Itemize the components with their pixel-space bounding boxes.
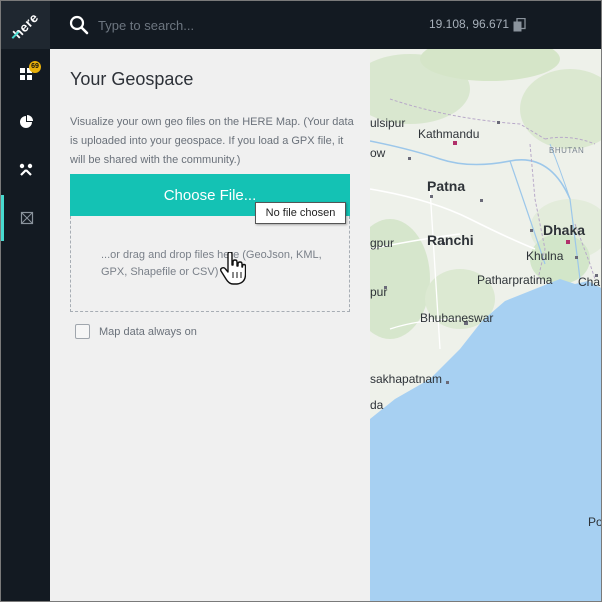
file-drop-zone[interactable]: ...or drag and drop files here (GeoJson,… (70, 216, 350, 312)
sidebar-item-geospace[interactable] (1, 195, 50, 241)
map-label-ranchi: Ranchi (427, 232, 474, 248)
map-label-sakhapatnam: sakhapatnam (370, 372, 443, 386)
coordinates-readout: 19.108, 96.671 (429, 17, 510, 31)
tools-icon (19, 163, 32, 176)
checkbox-label: Map data always on (99, 325, 197, 338)
sidebar-item-analytics[interactable] (1, 99, 50, 145)
notification-badge: 69 (29, 61, 41, 73)
map-label-kathmandu: Kathmandu (418, 127, 480, 141)
pie-chart-icon (19, 115, 33, 128)
map-label-patna: Patna (427, 178, 466, 194)
map-label-ow: ow (370, 146, 386, 160)
panel-description: Visualize your own geo files on the HERE… (70, 116, 354, 166)
map-label-ulsipur: ulsipur (370, 116, 406, 130)
clipboard-icon[interactable] (513, 18, 526, 32)
here-logo[interactable]: here (1, 1, 50, 49)
map-label-po: Po (588, 515, 602, 529)
sidebar-item-dashboard[interactable]: 69 (1, 51, 50, 97)
search-input[interactable] (98, 13, 398, 37)
search-icon[interactable] (69, 15, 89, 35)
drop-zone-text: ...or drag and drop files here (GeoJson,… (101, 249, 322, 278)
map-label-bhutan: BHUTAN (549, 146, 585, 155)
geospace-panel: Your Geospace Visualize your own geo fil… (50, 49, 370, 601)
map-label-khulna: Khulna (526, 249, 564, 263)
map-graphics (370, 49, 601, 601)
file-tooltip: No file chosen (255, 202, 346, 224)
map-label-dhaka: Dhaka (543, 222, 586, 238)
map-label-gpur: gpur (370, 236, 395, 250)
map-label-pur: pur (370, 285, 388, 299)
top-bar: 19.108, 96.671 (50, 1, 601, 49)
map-label-patharpratima: Patharpratima (477, 273, 553, 287)
sidebar-item-tools[interactable] (1, 147, 50, 193)
map-data-always-on-checkbox[interactable] (75, 324, 90, 339)
map-data-always-on-row[interactable]: Map data always on (75, 324, 197, 339)
left-rail: here 69 (1, 1, 50, 601)
app-window: ulsipur Kathmandu ow BHUTAN Patna Ranchi… (0, 0, 602, 602)
map-label-da: da (370, 398, 384, 412)
hand-cursor-icon (220, 252, 246, 285)
panel-title: Your Geospace (70, 69, 194, 89)
map-label-bhubaneswar: Bhubaneswar (420, 311, 494, 325)
map-canvas[interactable]: ulsipur Kathmandu ow BHUTAN Patna Ranchi… (370, 49, 602, 601)
map-label-cha: Cha (578, 275, 601, 289)
layers-icon (20, 211, 34, 225)
